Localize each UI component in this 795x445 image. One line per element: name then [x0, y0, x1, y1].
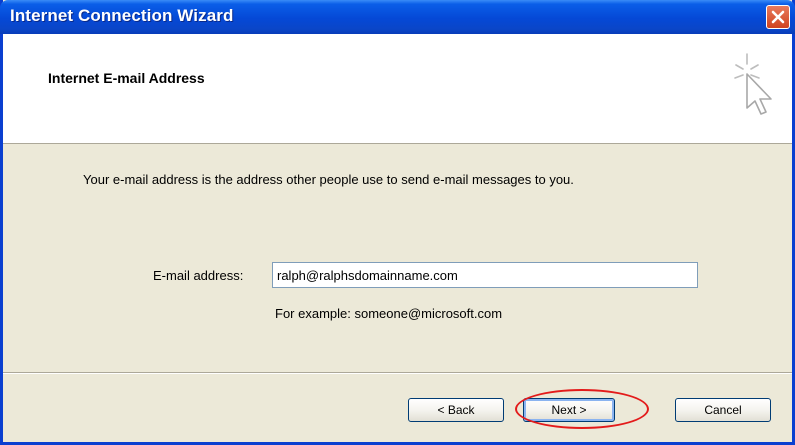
back-button[interactable]: < Back [408, 398, 504, 422]
example-hint: For example: someone@microsoft.com [275, 306, 503, 321]
description-text: Your e-mail address is the address other… [83, 172, 574, 187]
email-label: E-mail address: [153, 268, 244, 283]
wizard-window: Internet Connection Wizard Internet E-ma… [0, 0, 795, 445]
page-title: Internet E-mail Address [48, 70, 205, 86]
window-title: Internet Connection Wizard [10, 6, 234, 25]
wizard-cursor-icon [734, 53, 772, 115]
cancel-button[interactable]: Cancel [675, 398, 771, 422]
close-button[interactable] [766, 5, 790, 29]
title-bar: Internet Connection Wizard [0, 0, 795, 34]
email-field[interactable] [272, 262, 698, 288]
next-button[interactable]: Next > [523, 398, 615, 422]
button-separator [3, 372, 792, 374]
header-panel: Internet E-mail Address [3, 34, 792, 144]
close-icon [771, 10, 785, 24]
